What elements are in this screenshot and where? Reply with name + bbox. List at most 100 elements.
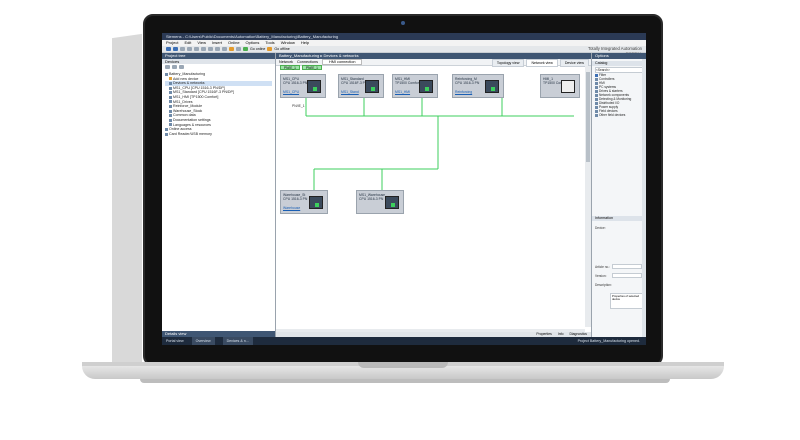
device-ms1-warehouse[interactable]: MS1_Warehouse CPU 1516-3 PN: [356, 190, 404, 214]
compile-icon[interactable]: [229, 47, 234, 51]
folder-icon: [595, 85, 598, 89]
status-message: Project Battery_Manufacturing opened.: [577, 339, 640, 343]
info-version-label: Version:: [595, 274, 607, 278]
task-card-tabs[interactable]: [642, 59, 646, 337]
main-toolbar: Go online Go offline: [162, 46, 646, 53]
device-ms1-hmi[interactable]: MS1_HMI TP1500 Comfort MS1_HMI: [392, 74, 438, 98]
print-icon[interactable]: [187, 47, 192, 51]
laptop-mockup: Siemens - C:\Users\Public\Documents\Auto…: [0, 0, 800, 440]
info-version-field[interactable]: [612, 273, 642, 278]
overview-tab[interactable]: Overview: [191, 337, 215, 345]
tree-collapse-icon[interactable]: [179, 65, 184, 69]
ethernet-port-icon[interactable]: [391, 203, 395, 207]
go-offline-button[interactable]: Go offline: [274, 47, 289, 51]
drive-icon: [169, 100, 172, 104]
folder-icon: [595, 97, 598, 101]
info-article-label: Article no.:: [595, 265, 611, 269]
folder-icon: [595, 93, 598, 97]
scroll-thumb[interactable]: [586, 72, 590, 162]
network-pill[interactable]: PN/IE_1: [280, 65, 300, 70]
go-online-icon[interactable]: [243, 47, 248, 51]
ethernet-port-icon[interactable]: [491, 87, 495, 91]
device-ms1-standard[interactable]: MS1_Standard CPU 1516F-3 PN MS1_Stand: [338, 74, 384, 98]
workspace: Project tree Devices Battery_Manufacturi…: [162, 53, 646, 337]
catalog-item[interactable]: Other field devices: [595, 113, 643, 117]
new-project-icon[interactable]: [166, 47, 171, 51]
folder-icon: [169, 123, 172, 127]
tree-item[interactable]: Card Reader/USB memory: [165, 132, 272, 137]
menu-project[interactable]: Project: [166, 40, 178, 46]
redo-icon[interactable]: [222, 47, 227, 51]
info-description-label: Description:: [595, 283, 612, 287]
plc-icon: [169, 86, 172, 90]
project-tree-list: Battery_Manufacturing Add new device Dev…: [162, 70, 275, 138]
copy-icon[interactable]: [201, 47, 206, 51]
open-project-icon[interactable]: [173, 47, 178, 51]
laptop-notch: [358, 362, 448, 368]
ethernet-port-icon[interactable]: [425, 87, 429, 91]
folder-icon: [169, 118, 172, 122]
menu-view[interactable]: View: [197, 40, 206, 46]
plc-icon: [169, 104, 172, 108]
folder-icon: [595, 101, 598, 105]
network-pill[interactable]: PN/IE_1: [302, 65, 322, 70]
network-icon: [169, 81, 172, 85]
connections-button[interactable]: Connections: [297, 60, 318, 64]
go-online-button[interactable]: Go online: [250, 47, 265, 51]
plc-icon: [169, 109, 172, 113]
hmi-icon: [169, 95, 172, 99]
info-device-label: Device:: [595, 226, 606, 230]
devices-networks-tab[interactable]: Devices & n...: [222, 337, 253, 345]
device-name: MS1_Warehouse CPU 1516-3 PN: [359, 193, 386, 201]
menu-options[interactable]: Options: [246, 40, 260, 46]
device-name: Warehouse_St CPU 1516-3 PN: [283, 193, 308, 201]
device-link[interactable]: MS1_Stand: [341, 90, 359, 94]
info-description: Properties of selected device: [610, 293, 644, 309]
menu-insert[interactable]: Insert: [212, 40, 222, 46]
lid-shadow: [112, 33, 142, 369]
hmi-panel-icon: [561, 80, 575, 93]
network-button[interactable]: Network: [279, 60, 293, 64]
menu-help[interactable]: Help: [301, 40, 309, 46]
plc-icon: [169, 91, 172, 95]
download-icon[interactable]: [236, 47, 241, 51]
connection-type-select[interactable]: HMI connection: [322, 59, 363, 65]
project-tree: Project tree Devices Battery_Manufacturi…: [162, 53, 276, 337]
go-offline-icon[interactable]: [267, 47, 273, 51]
device-warehouse[interactable]: Warehouse_St CPU 1516-3 PN Warehouse: [280, 190, 328, 214]
options-header[interactable]: Options: [592, 53, 646, 59]
tree-forward-icon[interactable]: [172, 65, 177, 69]
paste-icon[interactable]: [208, 47, 213, 51]
network-canvas[interactable]: PN/IE_1 PN/IE_1 MS1_CPU CPU 1516-3 PN/DP …: [276, 65, 585, 327]
menu-window[interactable]: Window: [281, 40, 295, 46]
ethernet-port-icon[interactable]: [371, 87, 375, 91]
folder-icon: [595, 109, 598, 113]
menu-tools[interactable]: Tools: [265, 40, 274, 46]
device-link[interactable]: Reinforcing: [455, 90, 472, 94]
portal-view-button[interactable]: Portal view: [166, 337, 184, 345]
status-bar: Portal view Overview Devices & n... Proj…: [162, 337, 646, 345]
device-reinforcing[interactable]: Reinforcing_M CPU 1516-3 PN Reinforcing: [452, 74, 504, 98]
screen: Siemens - C:\Users\Public\Documents\Auto…: [162, 33, 646, 345]
window-title: Siemens - C:\Users\Public\Documents\Auto…: [162, 33, 646, 40]
device-link[interactable]: MS1_CPU: [283, 90, 299, 94]
ethernet-port-icon[interactable]: [315, 203, 319, 207]
information-header[interactable]: Information: [592, 216, 646, 221]
subnet-label: PN/IE_1: [292, 104, 305, 108]
ethernet-port-icon[interactable]: [313, 87, 317, 91]
undo-icon[interactable]: [215, 47, 220, 51]
device-link[interactable]: MS1_HMI: [395, 90, 410, 94]
save-icon[interactable]: [180, 47, 185, 51]
device-hmi-1[interactable]: HMI_1 TP1500 Comfort: [540, 74, 580, 98]
menu-online[interactable]: Online: [228, 40, 240, 46]
folder-icon: [595, 113, 598, 117]
vertical-scrollbar[interactable]: [585, 66, 591, 327]
network-editor: Battery_Manufacturing ▸ Devices & networ…: [276, 53, 592, 337]
device-ms1-cpu[interactable]: MS1_CPU CPU 1516-3 PN/DP MS1_CPU: [280, 74, 326, 98]
filter-icon: [595, 73, 598, 77]
tree-back-icon[interactable]: [165, 65, 170, 69]
info-article-field: [612, 264, 642, 269]
menu-edit[interactable]: Edit: [184, 40, 191, 46]
device-link[interactable]: Warehouse: [283, 206, 300, 210]
cut-icon[interactable]: [194, 47, 199, 51]
